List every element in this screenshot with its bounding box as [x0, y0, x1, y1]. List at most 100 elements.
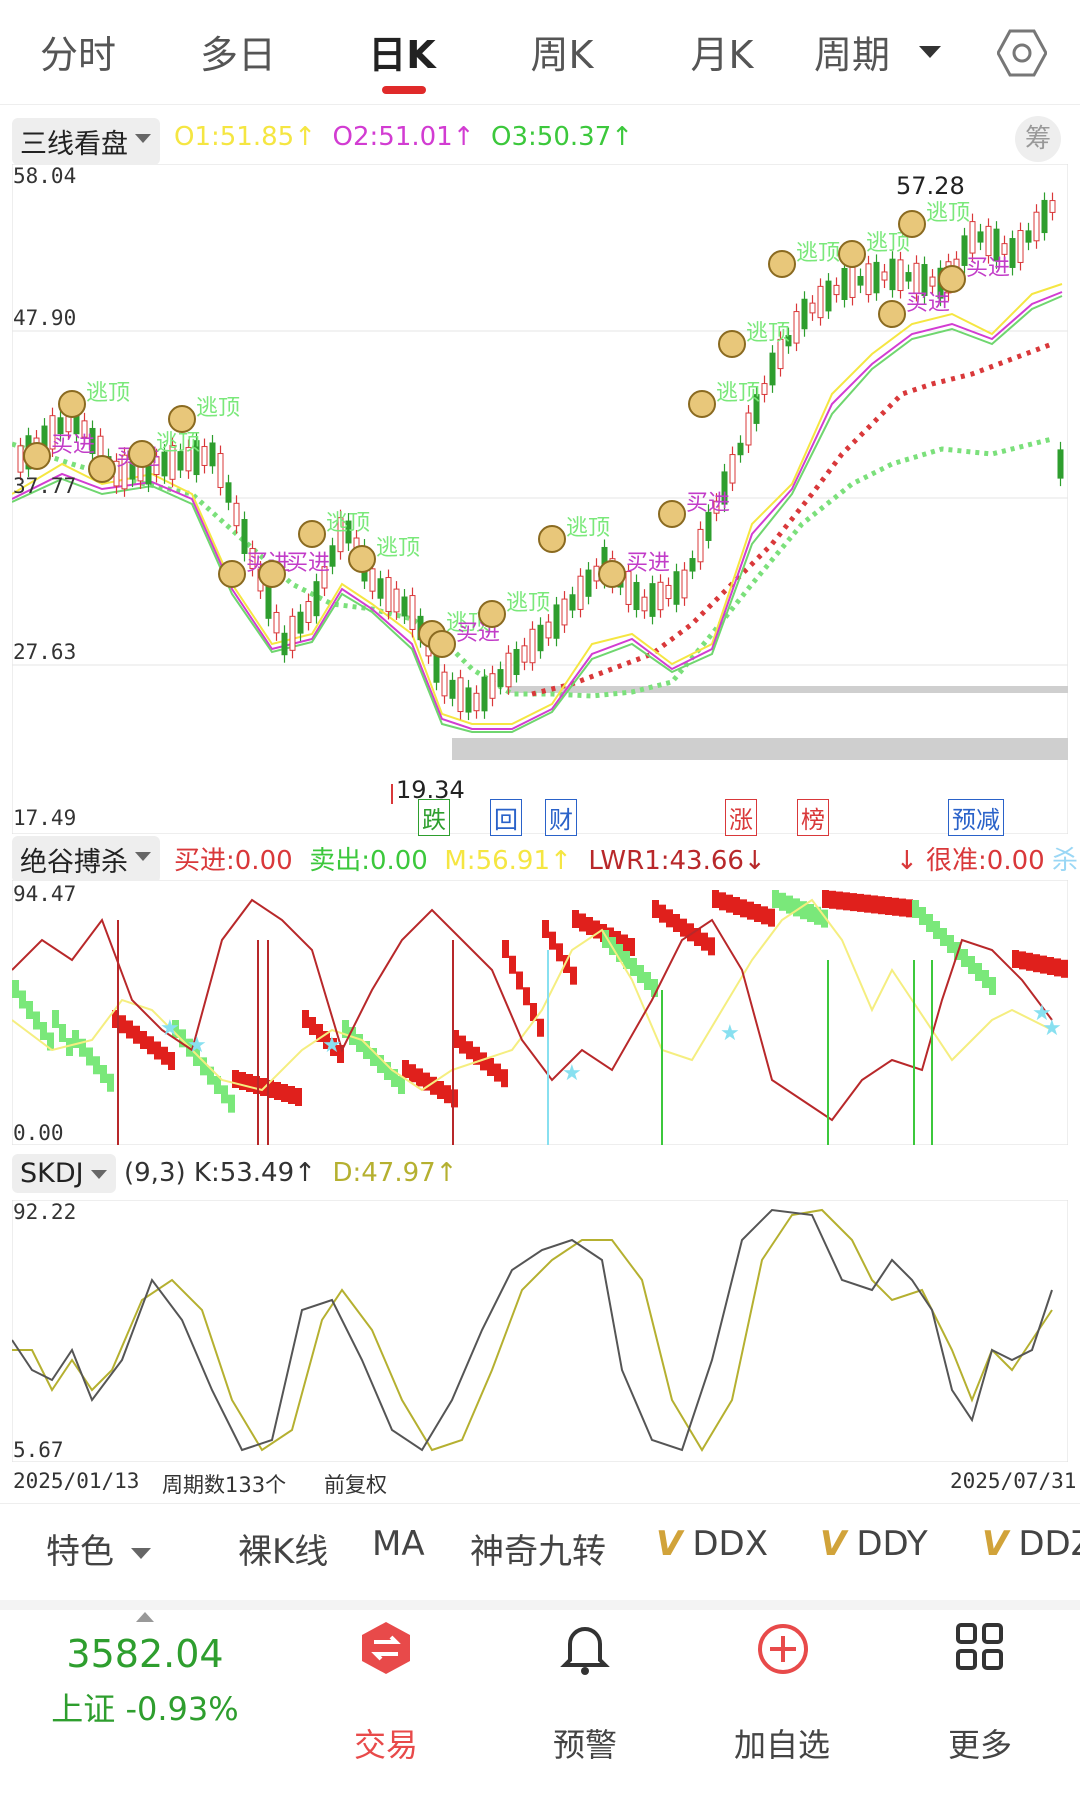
sub1-legend: 买进:0.00 卖出:0.00 M:56.91↑ LWR1:43.66↓: [174, 840, 766, 877]
y-axis-3: 37.77: [13, 474, 77, 498]
settings-hexagon-icon[interactable]: [997, 28, 1047, 78]
candle-body: [449, 679, 456, 699]
sell-bar: [19, 990, 26, 1009]
tab-period-dropdown[interactable]: 周期: [814, 24, 934, 79]
y-axis-2: 47.90: [13, 306, 77, 330]
skdj-chart[interactable]: [12, 1200, 1068, 1462]
buy-bar: [864, 894, 871, 913]
main-indicator-selector[interactable]: 三线看盘: [12, 118, 160, 165]
vip-v-icon: V: [982, 1524, 1009, 1564]
bell-icon[interactable]: [560, 1620, 610, 1676]
tab-intraday[interactable]: 分时: [8, 24, 148, 79]
tab-daily-k[interactable]: 日K: [332, 24, 472, 79]
buy-bar: [402, 1060, 409, 1078]
candle-body: [809, 302, 816, 314]
support-band-upper: [507, 686, 1068, 693]
sell-bar: [59, 1024, 66, 1042]
tab-multi-day[interactable]: 多日: [168, 24, 308, 79]
feature-ddz[interactable]: VDDZ: [982, 1524, 1080, 1564]
event-tag-profit-warning[interactable]: 预减: [948, 799, 1004, 836]
candle-body: [977, 231, 984, 243]
sub1-indicator-selector[interactable]: 绝谷搏杀: [12, 836, 160, 883]
feature-ddx[interactable]: V DDX: [656, 1524, 768, 1564]
event-tag-finance[interactable]: 财: [545, 799, 577, 836]
candle-body: [585, 569, 592, 597]
ddz-label: DDZ: [1018, 1524, 1080, 1564]
buy-signal-label: 买进: [286, 551, 330, 576]
event-tag-down[interactable]: 跌: [418, 799, 450, 836]
trade-icon[interactable]: [360, 1620, 412, 1676]
buy-bar: [281, 1084, 288, 1102]
buy-bar: [761, 906, 768, 925]
sub2-y-min: 5.67: [13, 1438, 64, 1462]
candle-body: [289, 615, 296, 651]
buy-bar: [516, 971, 523, 990]
sub1-indicator-chart[interactable]: ★★ ★ ★★★★: [12, 880, 1068, 1145]
candle-body: [57, 417, 64, 435]
buy-bar: [549, 931, 556, 950]
nav-alert[interactable]: 预警: [505, 1720, 665, 1766]
ddy-label: DDY: [856, 1524, 928, 1564]
add-circle-icon[interactable]: [756, 1622, 810, 1676]
candle-body: [649, 583, 656, 617]
caret-down-icon: [135, 852, 151, 861]
event-tag-ranking[interactable]: 榜: [797, 799, 829, 836]
x-axis-start-date: 2025/01/13: [13, 1469, 140, 1493]
buy-bar: [416, 1068, 423, 1087]
tab-monthly-k[interactable]: 月K: [652, 24, 792, 79]
buy-bar: [133, 1025, 140, 1044]
sell-bar: [807, 904, 814, 922]
buy-bar: [586, 917, 593, 935]
top-escape-label: 逃顶: [156, 431, 200, 456]
candle-body: [705, 511, 712, 541]
feature-ma[interactable]: MA: [372, 1524, 425, 1564]
candle-body: [833, 284, 840, 296]
buy-bar: [712, 890, 719, 908]
sell-bar: [12, 980, 19, 998]
coin-marker: [168, 405, 196, 433]
sub2-indicator-selector[interactable]: SKDJ: [12, 1154, 116, 1193]
special-features-dropdown[interactable]: 特色: [46, 1524, 151, 1573]
buy-bar: [487, 1058, 494, 1076]
feature-naked-k[interactable]: 裸K线: [238, 1524, 328, 1573]
expand-up-icon[interactable]: [136, 1612, 154, 1622]
buy-bar: [126, 1020, 133, 1039]
index-change[interactable]: 上证 -0.93%: [20, 1684, 270, 1730]
buy-bar: [288, 1086, 295, 1104]
buy-bar: [680, 918, 687, 937]
main-legend: O1:51.85↑ O2:51.01↑ O3:50.37↑: [174, 122, 633, 152]
tab-weekly-k[interactable]: 周K: [492, 24, 632, 79]
event-tag-rise[interactable]: 涨: [725, 799, 757, 836]
candle-body: [377, 578, 384, 599]
nav-add-watchlist[interactable]: 加自选: [702, 1720, 862, 1766]
caret-down-icon: [90, 1170, 107, 1179]
coin-marker: [598, 560, 626, 588]
coin-marker: [23, 442, 51, 470]
candle-body: [665, 584, 672, 600]
buy-bar: [502, 940, 509, 958]
candle-body: [529, 628, 536, 664]
event-tag-retrace[interactable]: 回: [490, 799, 522, 836]
candle-body: [209, 442, 216, 467]
nav-trade[interactable]: 交易: [306, 1720, 466, 1766]
feature-ddy[interactable]: V DDY: [820, 1524, 928, 1564]
price-adjust-mode[interactable]: 前复权: [324, 1469, 387, 1499]
candle-body: [497, 669, 504, 687]
coin-marker: [218, 560, 246, 588]
buy-bar: [579, 913, 586, 932]
sell-bar: [26, 1001, 33, 1019]
candle-body: [17, 445, 24, 473]
nav-more[interactable]: 更多: [900, 1720, 1060, 1766]
sell-bar: [779, 892, 786, 911]
index-value[interactable]: 3582.04: [20, 1632, 270, 1676]
buy-bar: [154, 1041, 161, 1060]
feature-magic-nine[interactable]: 神奇九转: [470, 1524, 606, 1573]
buy-bar: [537, 1018, 544, 1037]
sell-bar: [100, 1065, 107, 1083]
chip-distribution-button[interactable]: 筹: [1015, 116, 1061, 162]
legend-m: M:56.91↑: [444, 846, 572, 876]
candle-body: [793, 311, 800, 344]
sell-bar: [644, 972, 651, 990]
main-kline-chart[interactable]: 买进逃顶买进逃顶逃顶买进买进逃顶逃顶逃顶买进逃顶逃顶买进买进逃顶逃顶逃顶逃顶买进…: [12, 164, 1068, 834]
grid-menu-icon[interactable]: [955, 1622, 1005, 1672]
